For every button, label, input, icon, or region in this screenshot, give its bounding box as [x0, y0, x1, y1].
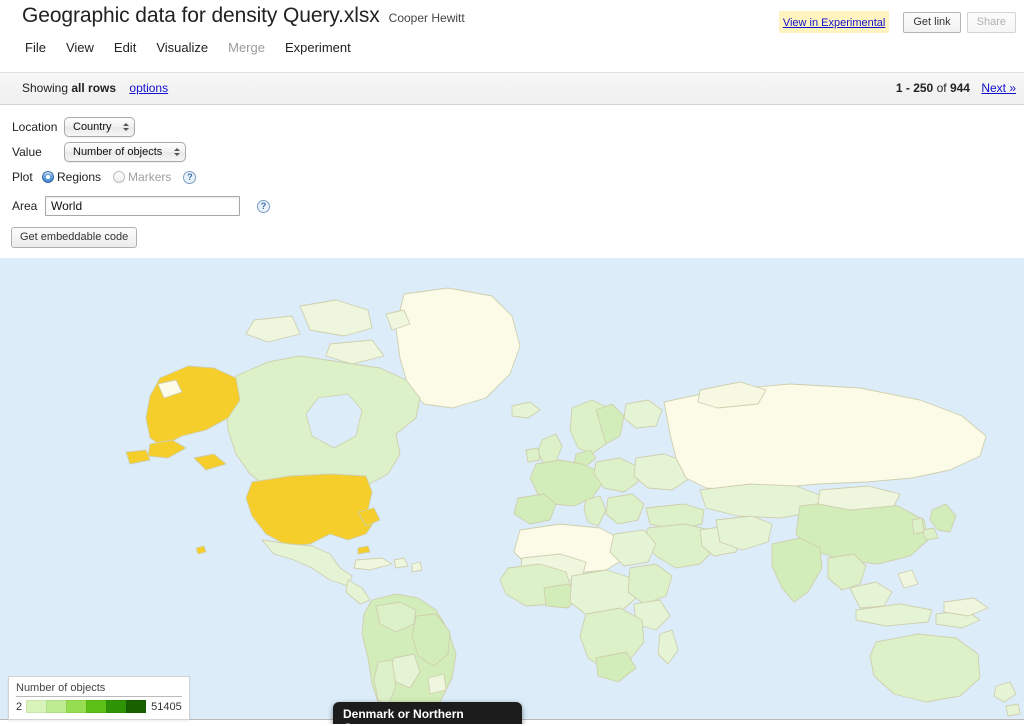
legend-swatch-5	[106, 700, 127, 713]
menu-item-view[interactable]: View	[56, 38, 104, 57]
area-control-row: Area ?	[12, 196, 270, 216]
pagination-total: 944	[949, 81, 970, 95]
legend-swatch-3	[66, 700, 87, 713]
experimental-link-highlight: View in Experimental	[778, 11, 890, 33]
location-label: Location	[12, 120, 58, 134]
options-link[interactable]: options	[129, 81, 168, 95]
value-select[interactable]: Number of objects	[64, 142, 186, 162]
top-actions: View in Experimental Get link Share	[778, 11, 1016, 33]
menu-item-file[interactable]: File	[20, 38, 56, 57]
embed-row: Get embeddable code	[11, 227, 138, 248]
plot-label: Plot	[12, 170, 33, 184]
plot-regions-radio[interactable]	[42, 171, 54, 183]
geographic-map[interactable]: .ld { stroke:#cfcfae; stroke-width:0.9; …	[0, 258, 1024, 724]
menu-bar: File View Edit Visualize Merge Experimen…	[20, 38, 361, 57]
legend-swatch-4	[86, 700, 107, 713]
menu-item-visualize[interactable]: Visualize	[146, 38, 218, 57]
showing-value: all rows	[71, 81, 117, 95]
showing-rows-status: Showing all rows options	[22, 81, 168, 95]
share-button: Share	[966, 11, 1016, 33]
area-input[interactable]	[45, 196, 240, 216]
pagination-range: 1 - 250	[895, 81, 934, 95]
world-map-svg: .ld { stroke:#cfcfae; stroke-width:0.9; …	[0, 258, 1024, 724]
fusion-tables-map-page: Geographic data for density Query.xlsx C…	[0, 0, 1024, 726]
legend-min-value: 2	[16, 700, 23, 713]
document-owner: Cooper Hewitt	[388, 11, 465, 25]
menu-item-edit[interactable]: Edit	[104, 38, 146, 57]
legend-max-value: 51405	[151, 700, 182, 713]
plot-markers-radio	[113, 171, 126, 183]
area-help-icon[interactable]: ?	[257, 199, 270, 213]
plot-help-icon[interactable]: ?	[183, 170, 197, 184]
plot-markers-label: Markers	[128, 170, 172, 184]
tooltip-title: Denmark or Northern Germany	[343, 707, 464, 724]
pagination-of: of	[936, 81, 947, 95]
legend-title: Number of objects	[16, 682, 182, 697]
area-label: Area	[12, 199, 38, 213]
page-title: Geographic data for density Query.xlsx	[22, 4, 380, 27]
legend-scale: 2 51405	[16, 700, 182, 713]
menu-item-merge: Merge	[228, 40, 265, 55]
legend-color-swatches	[26, 700, 147, 713]
plot-regions-label[interactable]: Regions	[57, 170, 101, 184]
value-select-wrap: Number of objects	[64, 142, 186, 162]
legend-swatch-6	[126, 700, 147, 713]
legend-swatch-1	[26, 700, 47, 713]
location-select-wrap: Country	[64, 117, 135, 137]
status-bar: Showing all rows options 1 - 250 of 944 …	[0, 72, 1024, 105]
plot-control-row: Plot Regions Markers ?	[12, 170, 197, 184]
legend-swatch-2	[46, 700, 67, 713]
page-header: Geographic data for density Query.xlsx C…	[0, 0, 1024, 72]
map-legend: Number of objects 2 51405	[8, 676, 190, 720]
location-select[interactable]: Country	[64, 117, 135, 137]
menu-item-experiment[interactable]: Experiment	[275, 38, 361, 57]
map-tooltip: Denmark or Northern Germany Number of ob…	[333, 702, 522, 724]
showing-prefix: Showing	[22, 81, 69, 95]
view-in-experimental-link[interactable]: View in Experimental	[783, 17, 886, 29]
value-label: Value	[12, 145, 42, 159]
pagination: 1 - 250 of 944 Next »	[896, 81, 1016, 95]
get-embeddable-code-button[interactable]: Get embeddable code	[11, 227, 138, 248]
title-row: Geographic data for density Query.xlsx C…	[22, 4, 465, 28]
value-control-row: Value Number of objects	[12, 142, 186, 162]
map-controls: Location Country Value Number of objects…	[0, 105, 1024, 258]
get-link-button[interactable]: Get link	[903, 11, 961, 33]
location-control-row: Location Country	[12, 117, 135, 137]
next-page-link[interactable]: Next »	[981, 81, 1016, 95]
